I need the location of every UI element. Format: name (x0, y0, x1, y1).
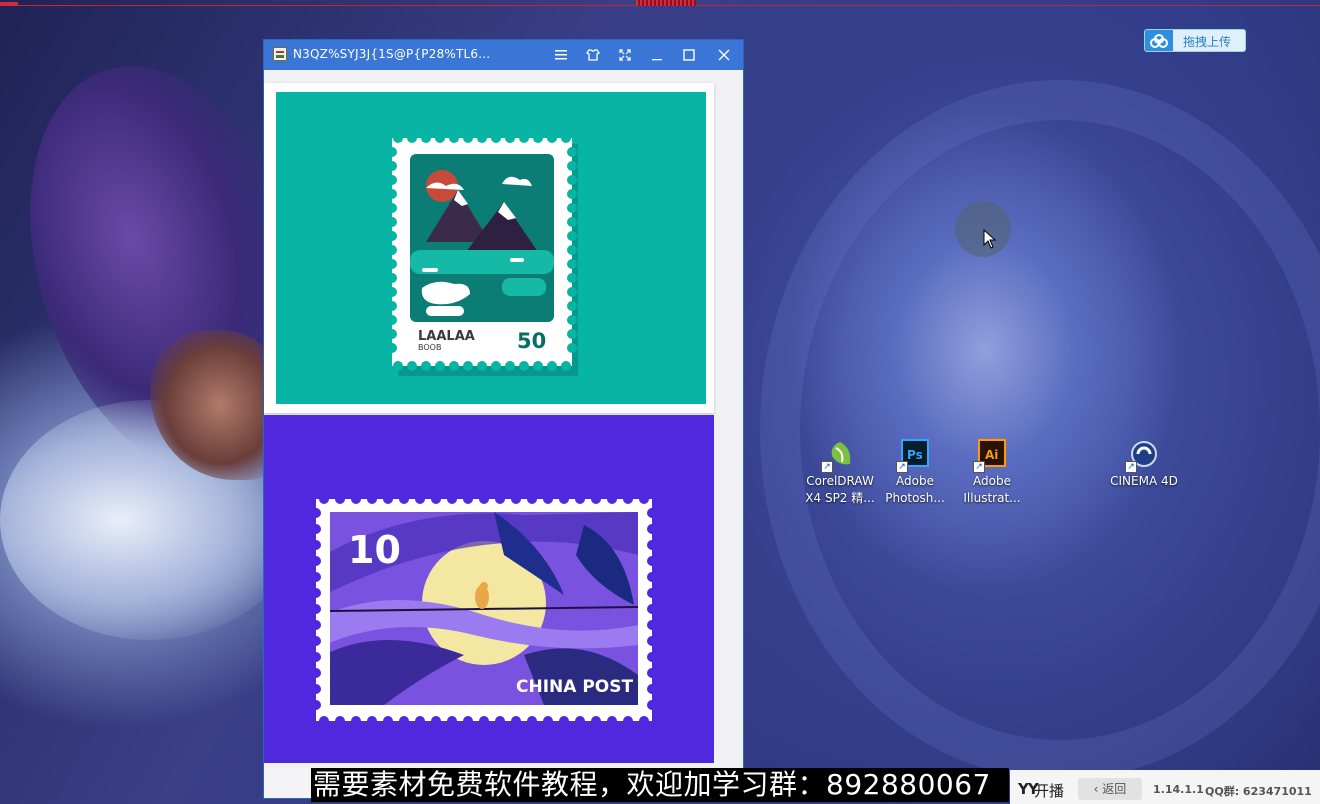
menu-button[interactable] (551, 45, 571, 65)
image-card-purple: 10 CHINA POST (264, 415, 714, 763)
recording-indicator (636, 0, 696, 6)
wallpaper-ring (760, 80, 1320, 780)
desktop-icon-label: X4 SP2 精... (805, 491, 875, 505)
recording-bar (0, 0, 1320, 6)
stamp1-value: 50 (517, 329, 546, 353)
window-title: N3QZ%SYJ3J{1S@P{P28%TL6... (293, 47, 491, 61)
desktop-icon-cinema4d[interactable]: ↗ CINEMA 4D (1104, 438, 1184, 490)
window-titlebar[interactable]: N3QZ%SYJ3J{1S@P{P28%TL6... (264, 40, 743, 70)
back-label: 返回 (1102, 782, 1127, 796)
maximize-icon (683, 49, 695, 61)
svg-text:Ps: Ps (907, 448, 923, 462)
svg-text:Ai: Ai (985, 448, 998, 462)
desktop-icon-label: CINEMA 4D (1110, 474, 1178, 488)
image-viewer-window: N3QZ%SYJ3J{1S@P{P28%TL6... LAALAA BOOB 5… (264, 40, 743, 798)
shortcut-arrow-icon: ↗ (896, 461, 908, 473)
desktop-icon-photoshop[interactable]: Ps ↗ Adobe Photosh... (875, 438, 955, 507)
stamp2-value: 10 (348, 528, 401, 572)
fullscreen-icon (619, 49, 631, 61)
drag-upload-label: 拖拽上传 (1183, 35, 1232, 49)
teal-background: LAALAA BOOB 50 (276, 92, 706, 404)
cinema4d-icon: ↗ (1125, 438, 1160, 473)
start-broadcast-button[interactable]: 开播 (1034, 780, 1064, 801)
image-card-teal: LAALAA BOOB 50 (264, 83, 714, 413)
close-button[interactable] (714, 45, 734, 65)
minimize-icon (652, 59, 662, 61)
menu-icon (555, 50, 567, 60)
coreldraw-icon: ↗ (821, 438, 856, 473)
image-canvas[interactable]: LAALAA BOOB 50 10 CHINA POST (264, 70, 743, 798)
version-text: 1.14.1.1 (1153, 783, 1204, 796)
fullscreen-button[interactable] (615, 45, 635, 65)
cloud-icon (1145, 30, 1173, 51)
subtitle-text: 需要素材免费软件教程，欢迎加学习群：892880067 (313, 768, 991, 801)
shortcut-arrow-icon: ↗ (1125, 461, 1137, 473)
stamp1-sub: BOOB (418, 343, 441, 352)
desktop-icon-label: CorelDRAW (806, 474, 874, 488)
photoshop-icon: Ps ↗ (896, 438, 931, 473)
skin-icon (586, 49, 600, 61)
desktop-icon-label: Illustrat... (963, 491, 1021, 505)
desktop-icon-coreldraw[interactable]: ↗ CorelDRAW X4 SP2 精... (800, 438, 880, 507)
maximize-button[interactable] (679, 45, 699, 65)
chevron-left-icon: ‹ (1093, 782, 1103, 796)
back-button[interactable]: ‹ 返回 (1078, 778, 1142, 800)
skin-button[interactable] (583, 45, 603, 65)
shortcut-arrow-icon: ↗ (821, 461, 833, 473)
close-icon (718, 49, 730, 61)
stamp1-brand: LAALAA (418, 329, 475, 344)
minimize-button[interactable] (647, 45, 667, 65)
desktop-icon-label: Adobe (896, 474, 934, 488)
illustrator-icon: Ai ↗ (973, 438, 1008, 473)
qq-group-text: QQ群: 623471011 (1205, 785, 1312, 798)
live-toolbar: YY 开播 ‹ 返回 1.14.1.1 QQ群: 623471011 (1010, 770, 1320, 804)
stamp2-caption: CHINA POST (516, 677, 633, 697)
subtitle-banner: 需要素材免费软件教程，欢迎加学习群：892880067 (311, 768, 1009, 802)
desktop-icon-label: Photosh... (885, 491, 945, 505)
app-icon (273, 47, 287, 61)
mouse-cursor-icon (983, 229, 997, 249)
drag-upload-widget[interactable]: 拖拽上传 (1144, 29, 1246, 52)
desktop-icon-illustrator[interactable]: Ai ↗ Adobe Illustrat... (952, 438, 1032, 507)
recording-tick (0, 2, 18, 6)
bird-stamp: 10 CHINA POST (311, 494, 657, 726)
shortcut-arrow-icon: ↗ (973, 461, 985, 473)
mountain-stamp: LAALAA BOOB 50 (387, 133, 578, 376)
desktop-icon-label: Adobe (973, 474, 1011, 488)
wallpaper-cloud (0, 400, 300, 640)
